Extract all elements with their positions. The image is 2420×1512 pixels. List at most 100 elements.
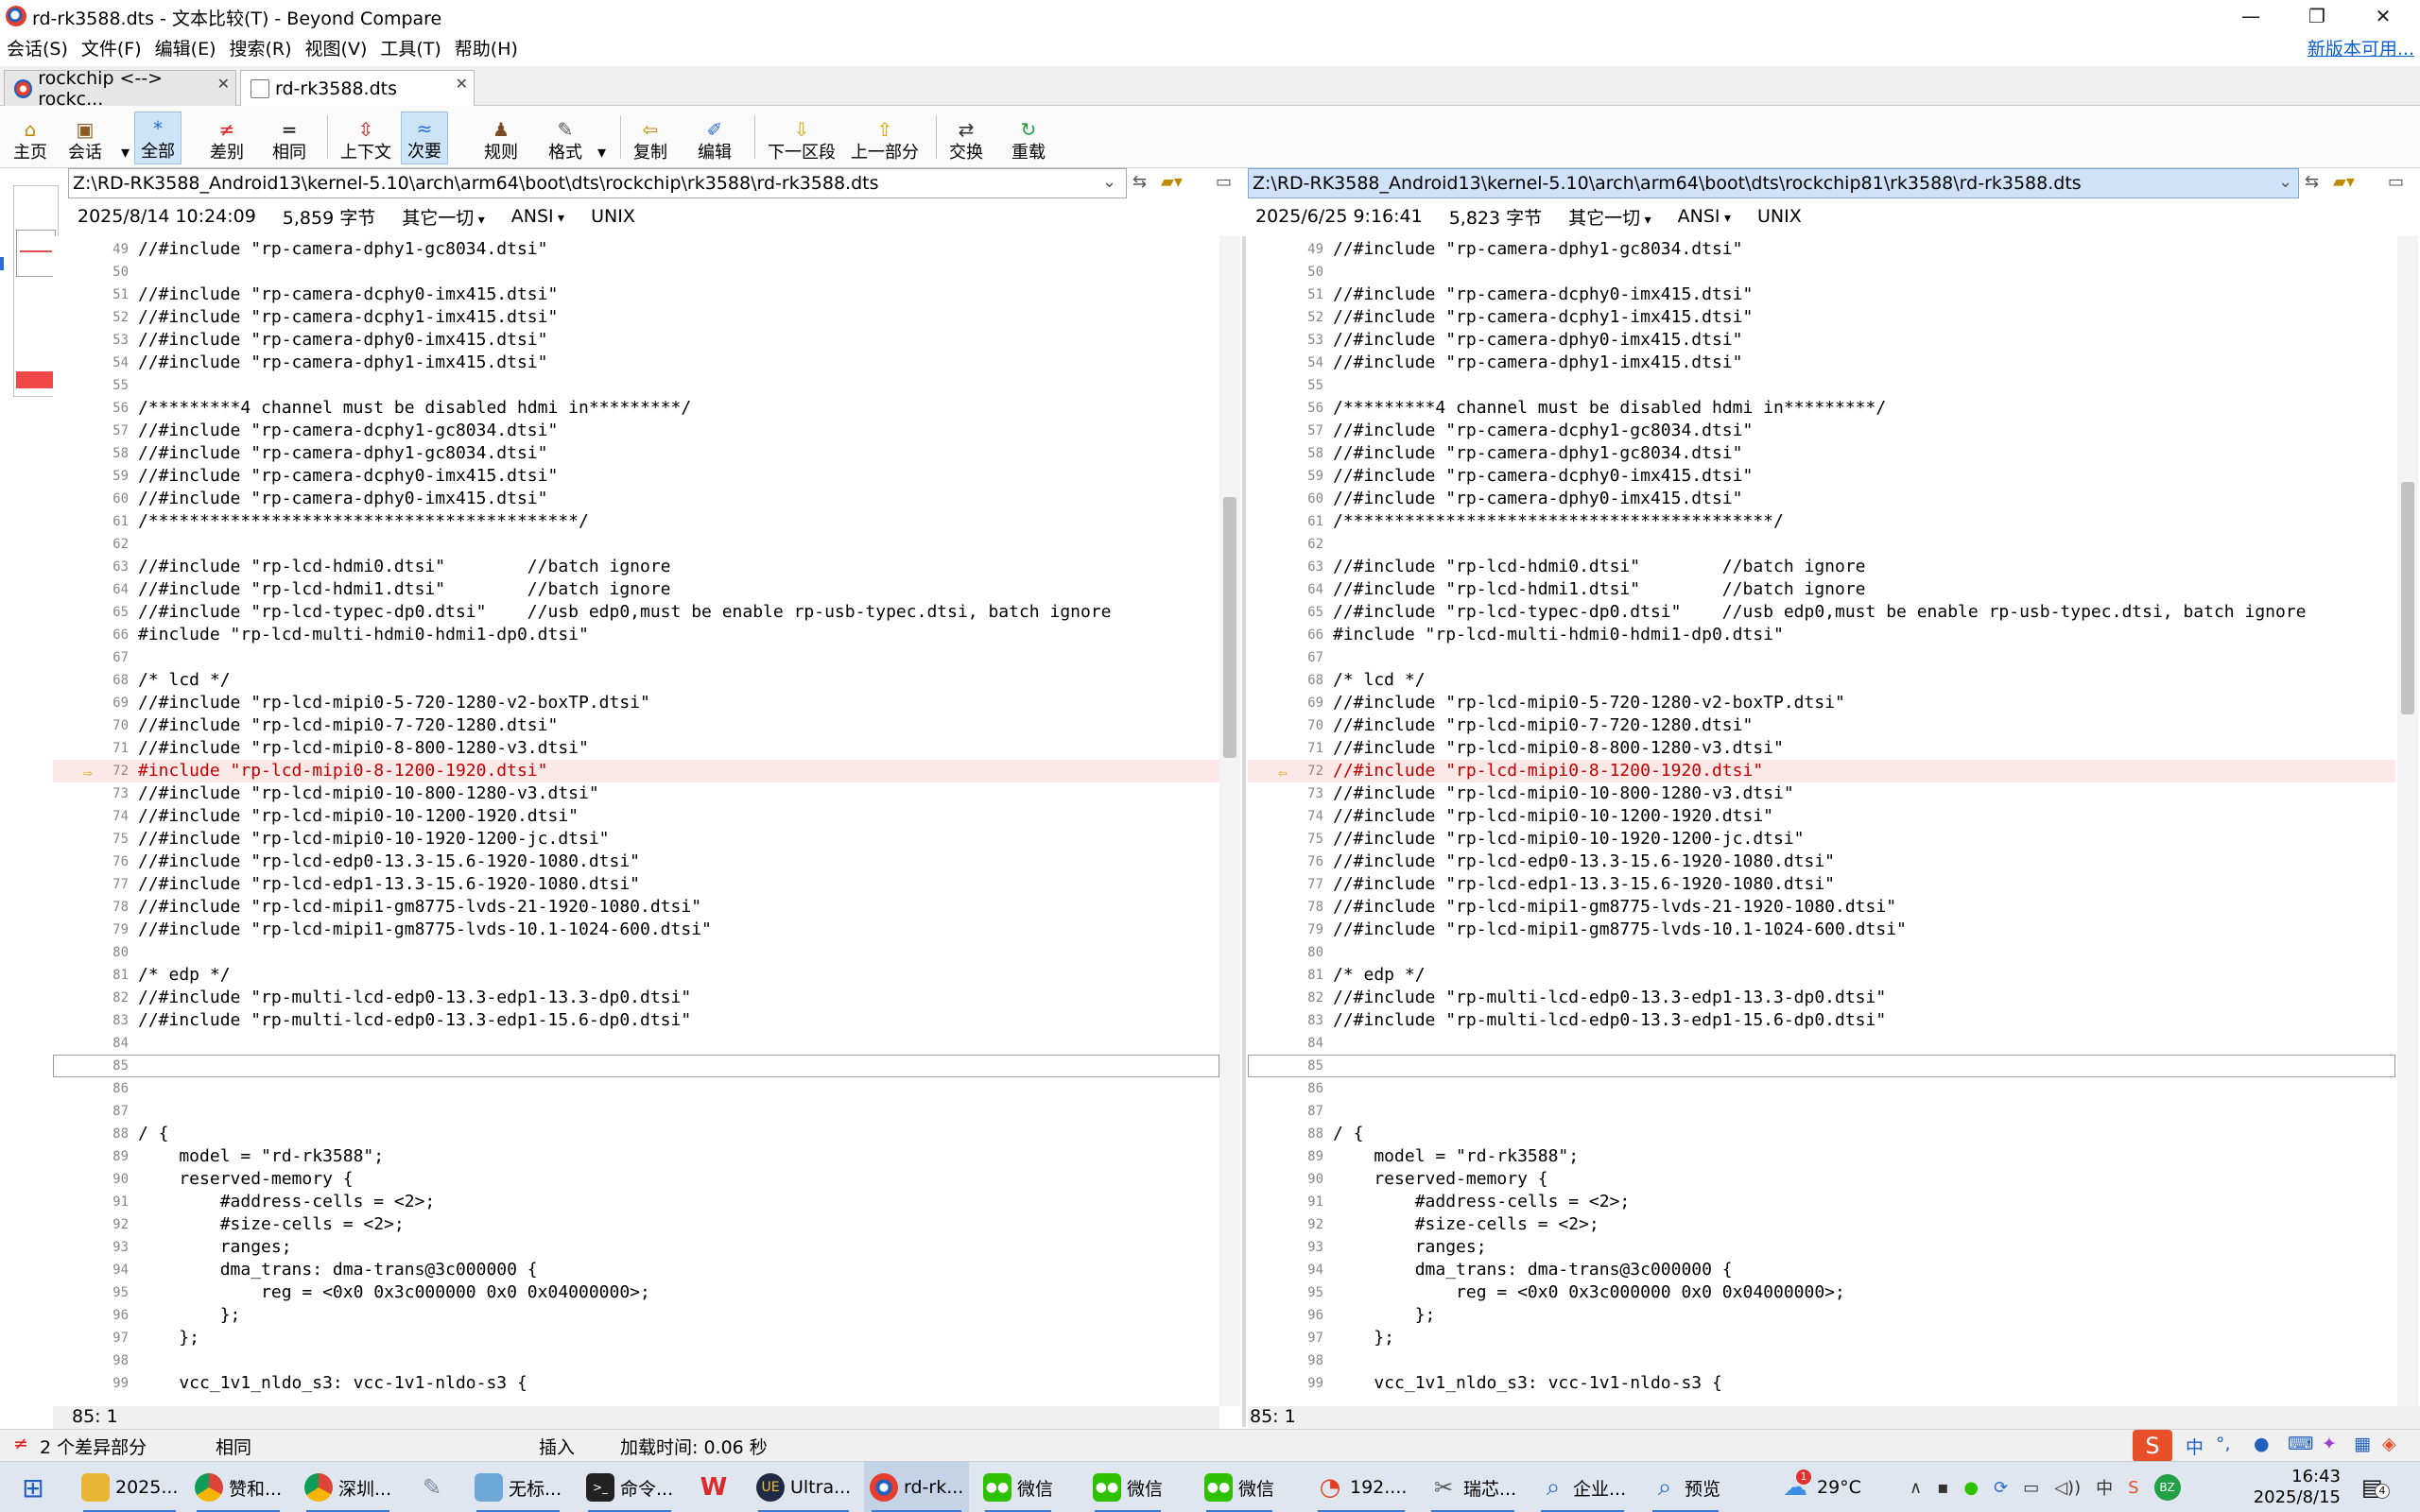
show-diffs-button[interactable]: ≠ 差别	[204, 112, 250, 164]
code-line[interactable]: 85	[1248, 1055, 2395, 1077]
code-line[interactable]: 83 //#include "rp-multi-lcd-edp0-13.3-edp…	[53, 1009, 1219, 1032]
code-line[interactable]: 49 //#include "rp-camera-dphy1-gc8034.dts…	[53, 238, 1219, 261]
right-history-icon[interactable]: ⇆	[2305, 172, 2319, 192]
diff-overview-thumbnail[interactable]	[13, 185, 59, 397]
code-line[interactable]: 69 //#include "rp-lcd-mipi0-5-720-1280-v2…	[53, 692, 1219, 714]
code-line[interactable]: 51 //#include "rp-camera-dcphy0-imx415.dt…	[1248, 284, 2395, 306]
clock[interactable]: 16:43 2025/8/15	[2231, 1462, 2341, 1512]
taskbar-app-beyond-compare[interactable]: rd-rk...	[864, 1462, 970, 1512]
left-save-icon[interactable]: ▭	[1216, 172, 1232, 192]
next-section-button[interactable]: ⇩ 下一区段	[762, 112, 841, 164]
code-line[interactable]: 57 //#include "rp-camera-dcphy1-gc8034.dt…	[53, 420, 1219, 442]
code-line[interactable]: 93 ranges;	[1248, 1236, 2395, 1259]
context-button[interactable]: ⇳ 上下文	[335, 112, 397, 164]
taskbar-app-wechat-2[interactable]: ●● 微信	[1087, 1462, 1168, 1512]
code-line[interactable]: 59 //#include "rp-camera-dcphy0-imx415.dt…	[53, 465, 1219, 488]
code-line[interactable]: 81 /* edp */	[53, 964, 1219, 987]
code-line[interactable]: 52 //#include "rp-camera-dcphy1-imx415.dt…	[53, 306, 1219, 329]
microphone-icon[interactable]: ●	[2254, 1434, 2270, 1454]
code-line[interactable]: 87	[1248, 1100, 2395, 1123]
right-path-input[interactable]: Z:\RD-RK3588_Android13\kernel-5.10\arch\…	[1248, 168, 2299, 198]
menu-view[interactable]: 视图(V)	[299, 32, 374, 66]
code-line[interactable]: 80	[53, 941, 1219, 964]
code-line[interactable]: 70 //#include "rp-lcd-mipi0-7-720-1280.dt…	[1248, 714, 2395, 737]
wechat-tray-icon[interactable]: ●	[1963, 1478, 1979, 1498]
menu-tools[interactable]: 工具(T)	[373, 32, 447, 66]
edit-button[interactable]: ✐ 编辑	[692, 112, 737, 164]
code-line[interactable]: 91 #address-cells = <2>;	[53, 1191, 1219, 1213]
menu-help[interactable]: 帮助(H)	[448, 32, 525, 66]
code-line[interactable]: 74 //#include "rp-lcd-mipi0-10-1200-1920.…	[1248, 805, 2395, 828]
tab-text-compare[interactable]: rd-rk3588.dts ✕	[240, 70, 475, 107]
code-line[interactable]: 52 //#include "rp-camera-dcphy1-imx415.dt…	[1248, 306, 2395, 329]
keyboard-icon[interactable]: ⌨	[2288, 1434, 2313, 1454]
start-button[interactable]: ⊞	[13, 1462, 59, 1512]
taskbar-app-rockchip-tool[interactable]: ✂ 瑞芯...	[1424, 1462, 1522, 1512]
code-line[interactable]: 92 #size-cells = <2>;	[53, 1213, 1219, 1236]
right-save-icon[interactable]: ▭	[2388, 172, 2404, 192]
code-line[interactable]: 62	[53, 533, 1219, 556]
left-encoding-dropdown[interactable]: ANSI	[511, 206, 564, 227]
code-line[interactable]: 57 //#include "rp-camera-dcphy1-gc8034.dt…	[1248, 420, 2395, 442]
code-line[interactable]: 98	[53, 1349, 1219, 1372]
diff-line[interactable]: ⇨ 72 #include "rp-lcd-mipi0-8-1200-1920.dt…	[53, 760, 1219, 782]
left-vertical-scrollbar[interactable]	[1219, 236, 1240, 1406]
code-line[interactable]: 86	[1248, 1077, 2395, 1100]
swap-button[interactable]: ⇄ 交换	[943, 112, 989, 164]
overview-viewport[interactable]	[16, 230, 56, 277]
code-line[interactable]: 58 //#include "rp-camera-dphy1-gc8034.dts…	[1248, 442, 2395, 465]
code-line[interactable]: 97 };	[1248, 1327, 2395, 1349]
code-line[interactable]: 75 //#include "rp-lcd-mipi0-10-1920-1200-…	[53, 828, 1219, 850]
tab-close-button[interactable]: ✕	[456, 75, 468, 93]
code-line[interactable]: 75 //#include "rp-lcd-mipi0-10-1920-1200-…	[1248, 828, 2395, 850]
chevron-down-icon[interactable]: ⌄	[1102, 172, 1116, 192]
code-line[interactable]: 55	[53, 374, 1219, 397]
prev-section-button[interactable]: ⇧ 上一部分	[845, 112, 925, 164]
code-line[interactable]: 81 /* edp */	[1248, 964, 2395, 987]
format-button[interactable]: ✎ 格式	[543, 112, 588, 164]
code-line[interactable]: 94 dma_trans: dma-trans@3c000000 {	[1248, 1259, 2395, 1281]
code-line[interactable]: 50	[1248, 261, 2395, 284]
code-line[interactable]: 79 //#include "rp-lcd-mipi1-gm8775-lvds-1…	[53, 919, 1219, 941]
close-button[interactable]: ✕	[2354, 0, 2412, 32]
code-line[interactable]: 74 //#include "rp-lcd-mipi0-10-1200-1920.…	[53, 805, 1219, 828]
taskbar-app-remote[interactable]: ◔ 192....	[1310, 1462, 1412, 1512]
sync-icon[interactable]: ⟳	[1994, 1478, 2008, 1498]
code-line[interactable]: 80	[1248, 941, 2395, 964]
code-line[interactable]: 65 //#include "rp-lcd-typec-dp0.dtsi" //u…	[53, 601, 1219, 624]
code-line[interactable]: 67	[1248, 646, 2395, 669]
code-line[interactable]: 87	[53, 1100, 1219, 1123]
code-line[interactable]: 68 /* lcd */	[1248, 669, 2395, 692]
volume-icon[interactable]: ◁))	[2054, 1478, 2081, 1498]
code-line[interactable]: 95 reg = <0x0 0x3c000000 0x0 0x04000000>…	[53, 1281, 1219, 1304]
sogou-ime-icon[interactable]: S	[2133, 1430, 2172, 1462]
code-line[interactable]: 99 vcc_1v1_nldo_s3: vcc-1v1-nldo-s3 {	[1248, 1372, 2395, 1395]
left-history-icon[interactable]: ⇆	[1132, 172, 1147, 192]
code-line[interactable]: 60 //#include "rp-camera-dphy0-imx415.dts…	[53, 488, 1219, 510]
code-line[interactable]: 94 dma_trans: dma-trans@3c000000 {	[53, 1259, 1219, 1281]
code-line[interactable]: 78 //#include "rp-lcd-mipi1-gm8775-lvds-2…	[53, 896, 1219, 919]
taskbar-app-preview[interactable]: ⌕ 预览	[1645, 1462, 1726, 1512]
scrollbar-thumb[interactable]	[1223, 497, 1236, 758]
code-line[interactable]: 55	[1248, 374, 2395, 397]
code-line[interactable]: 73 //#include "rp-lcd-mipi0-10-800-1280-v…	[1248, 782, 2395, 805]
code-line[interactable]: 85	[53, 1055, 1219, 1077]
code-line[interactable]: 90 reserved-memory {	[53, 1168, 1219, 1191]
code-line[interactable]: 62	[1248, 533, 2395, 556]
code-line[interactable]: 73 //#include "rp-lcd-mipi0-10-800-1280-v…	[53, 782, 1219, 805]
code-line[interactable]: 54 //#include "rp-camera-dphy1-imx415.dts…	[53, 352, 1219, 374]
minor-button[interactable]: ≈ 次要	[401, 112, 448, 164]
code-line[interactable]: 93 ranges;	[53, 1236, 1219, 1259]
code-line[interactable]: 96 };	[1248, 1304, 2395, 1327]
right-browse-folder-icon[interactable]: ▰▾	[2333, 172, 2355, 192]
taskbar-app-folder[interactable]: 2025...	[76, 1462, 183, 1512]
ime-punct-indicator[interactable]: °,	[2216, 1434, 2231, 1454]
security-tray-icon[interactable]: BZ	[2153, 1474, 2181, 1501]
ime-lang-indicator[interactable]: 中	[2186, 1434, 2204, 1459]
code-line[interactable]: 79 //#include "rp-lcd-mipi1-gm8775-lvds-1…	[1248, 919, 2395, 941]
taskbar-app-enterprise[interactable]: ⌕ 企业...	[1533, 1462, 1632, 1512]
code-line[interactable]: 99 vcc_1v1_nldo_s3: vcc-1v1-nldo-s3 {	[53, 1372, 1219, 1395]
left-path-input[interactable]: Z:\RD-RK3588_Android13\kernel-5.10\arch\…	[68, 168, 1127, 198]
chevron-up-icon[interactable]: ∧	[1910, 1478, 1922, 1498]
code-line[interactable]: 89 model = "rd-rk3588";	[1248, 1145, 2395, 1168]
